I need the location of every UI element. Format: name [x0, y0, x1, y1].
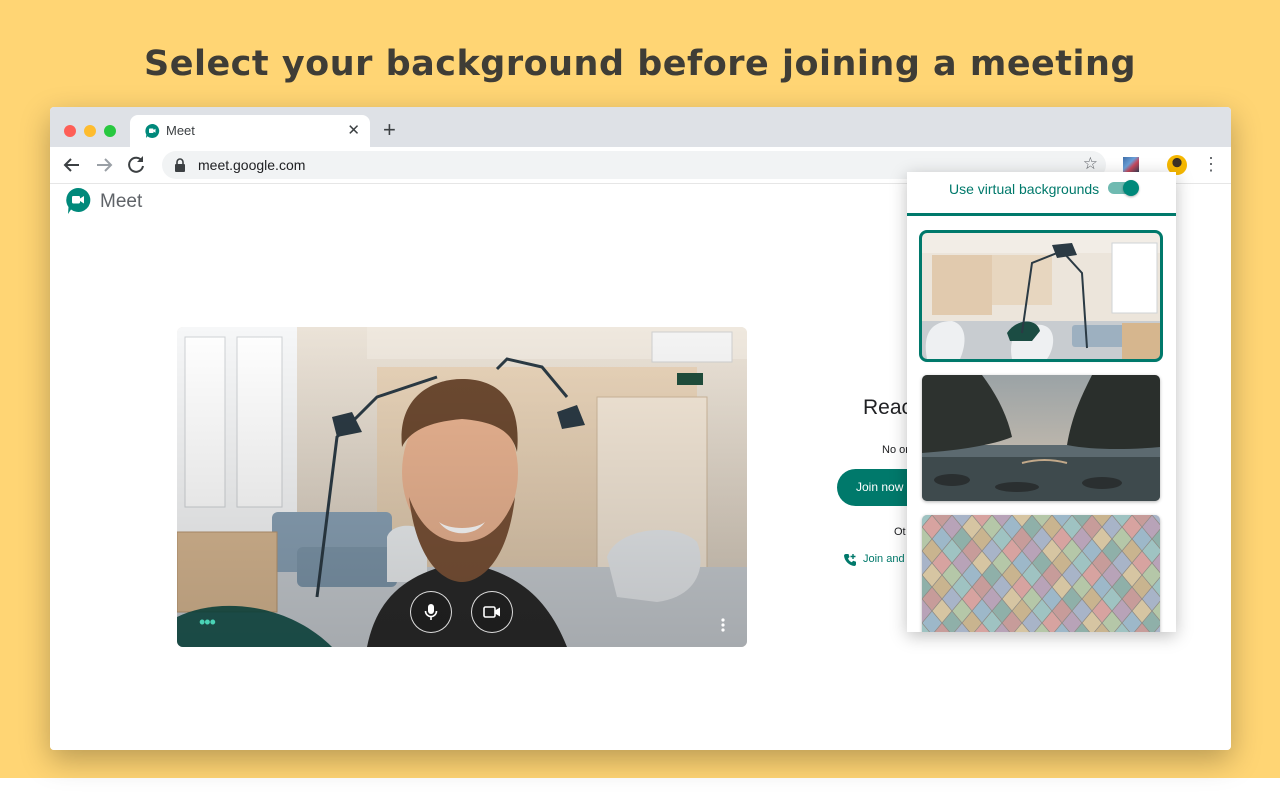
- back-arrow-icon[interactable]: [60, 153, 84, 177]
- join-now-label: Join now: [856, 480, 904, 494]
- reload-icon[interactable]: [124, 153, 148, 177]
- virtual-backgrounds-toggle[interactable]: [1108, 180, 1139, 196]
- camera-toggle-button[interactable]: [471, 591, 513, 633]
- mic-toggle-button[interactable]: [410, 591, 452, 633]
- more-vert-icon[interactable]: ⋮: [1202, 154, 1220, 174]
- tab-title: Meet: [166, 123, 195, 138]
- close-window-button[interactable]: [64, 125, 76, 137]
- promo-headline: Select your background before joining a …: [144, 44, 1136, 84]
- url-text: meet.google.com: [198, 157, 306, 173]
- tab-strip: Meet ✕ +: [50, 107, 1231, 147]
- meet-favicon-icon: [145, 123, 160, 138]
- lock-icon: [175, 158, 185, 172]
- new-tab-button[interactable]: +: [383, 117, 396, 143]
- tab-meet[interactable]: Meet ✕: [130, 115, 370, 147]
- preview-video-frame: [177, 327, 747, 647]
- panel-header: Use virtual backgrounds: [907, 172, 1176, 216]
- mic-icon: [424, 604, 438, 620]
- star-icon[interactable]: ☆: [1083, 154, 1098, 174]
- toggle-knob: [1123, 180, 1139, 196]
- background-option-office[interactable]: [919, 230, 1163, 362]
- ready-to-join-title: Reac: [863, 396, 913, 419]
- join-phone-label: Join and: [863, 553, 905, 565]
- office-thumbnail: [922, 233, 1160, 359]
- sea-rocks-thumbnail: [922, 375, 1160, 501]
- extension-icon[interactable]: [1123, 157, 1139, 173]
- more-vert-icon[interactable]: [720, 617, 726, 633]
- meet-logo-icon: [66, 187, 91, 214]
- more-options-icon[interactable]: •••: [199, 613, 216, 631]
- other-options-label: Ot: [894, 526, 906, 538]
- background-option-sea-rocks[interactable]: [922, 375, 1160, 501]
- background-option-colored-tiles[interactable]: [922, 515, 1160, 632]
- minimize-window-button[interactable]: [84, 125, 96, 137]
- colored-tiles-thumbnail: [922, 515, 1160, 632]
- maximize-window-button[interactable]: [104, 125, 116, 137]
- meet-wordmark: Meet: [100, 191, 143, 212]
- camera-preview: •••: [177, 327, 747, 647]
- virtual-backgrounds-panel: Use virtual backgrounds: [907, 172, 1176, 632]
- ready-to-join-subtitle: No or: [882, 444, 909, 456]
- tab-close-icon[interactable]: ✕: [347, 121, 360, 139]
- camera-icon: [483, 606, 500, 618]
- forward-arrow-icon[interactable]: [92, 153, 116, 177]
- panel-title: Use virtual backgrounds: [949, 181, 1100, 197]
- phone-icon: [844, 554, 856, 566]
